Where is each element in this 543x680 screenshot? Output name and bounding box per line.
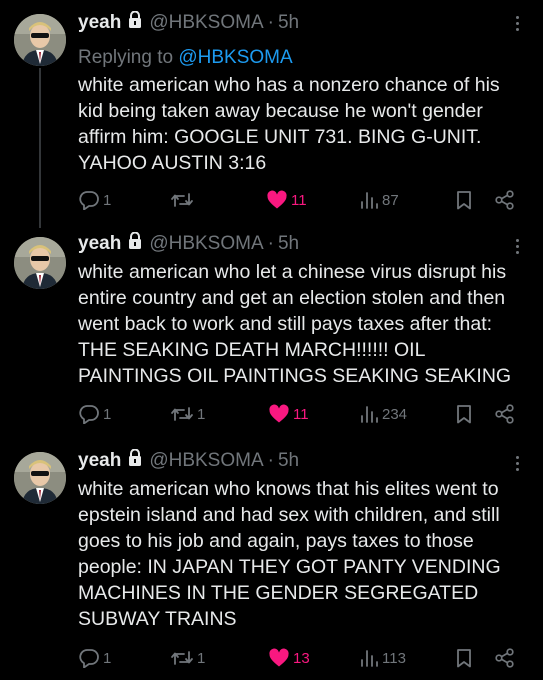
- bookmark-icon: [455, 190, 473, 210]
- reply-icon: [78, 404, 100, 424]
- timestamp[interactable]: 5h: [278, 10, 299, 36]
- replying-to-handle[interactable]: @HBKSOMA: [178, 47, 292, 68]
- views-button[interactable]: 113: [359, 646, 406, 670]
- share-button[interactable]: [494, 646, 516, 670]
- views-button[interactable]: 87: [359, 188, 399, 212]
- separator-dot: ·: [267, 450, 274, 471]
- retweet-count: 1: [197, 649, 206, 667]
- tweet-text: white american who has a nonzero chance …: [78, 74, 500, 174]
- reply-button[interactable]: 1: [78, 402, 111, 426]
- reply-count: 1: [103, 191, 112, 209]
- lock-icon: [128, 231, 142, 257]
- bookmark-icon: [455, 404, 473, 424]
- bookmark-icon: [455, 648, 473, 668]
- more-options-icon[interactable]: [515, 239, 521, 257]
- lock-icon: [128, 448, 142, 474]
- timestamp[interactable]: 5h: [278, 231, 299, 257]
- timestamp[interactable]: 5h: [278, 448, 299, 474]
- more-options-icon[interactable]: [515, 16, 521, 34]
- reply-button[interactable]: 1: [78, 188, 111, 212]
- views-icon: [359, 404, 379, 424]
- like-button[interactable]: 11: [268, 402, 309, 426]
- tweet-header: yeah @HBKSOMA · 5h: [78, 231, 299, 257]
- tweet-actions: 1 1 11 234: [78, 402, 528, 426]
- avatar[interactable]: [14, 14, 66, 66]
- views-count: 113: [382, 649, 406, 667]
- retweet-count: 1: [197, 405, 206, 423]
- share-icon: [494, 404, 516, 424]
- replying-to: Replying to @HBKSOMA: [78, 46, 293, 70]
- tweet-actions: 1 1 13 113: [78, 646, 528, 670]
- bookmark-button[interactable]: [455, 402, 473, 426]
- share-button[interactable]: [494, 188, 516, 212]
- tweet-text: white american who knows that his elites…: [78, 478, 501, 630]
- display-name[interactable]: yeah: [78, 10, 121, 36]
- tweet-actions: 1 11 87: [78, 188, 528, 212]
- views-icon: [359, 190, 379, 210]
- share-icon: [494, 190, 516, 210]
- bookmark-button[interactable]: [455, 646, 473, 670]
- share-button[interactable]: [494, 402, 516, 426]
- thread-connector-line: [39, 68, 41, 228]
- reply-count: 1: [103, 649, 112, 667]
- share-icon: [494, 648, 516, 668]
- heart-icon: [266, 190, 288, 210]
- reply-button[interactable]: 1: [78, 646, 111, 670]
- views-button[interactable]: 234: [359, 402, 407, 426]
- views-count: 87: [382, 191, 399, 209]
- views-count: 234: [382, 405, 408, 423]
- lock-icon: [128, 10, 142, 36]
- replying-to-label: Replying to: [78, 47, 174, 68]
- retweet-button[interactable]: 1: [170, 402, 205, 426]
- separator-dot: ·: [267, 12, 274, 33]
- like-button[interactable]: 11: [266, 188, 307, 212]
- views-icon: [359, 648, 379, 668]
- display-name[interactable]: yeah: [78, 231, 121, 257]
- reply-icon: [78, 648, 100, 668]
- like-count: 13: [293, 649, 310, 667]
- more-options-icon[interactable]: [515, 456, 521, 474]
- user-handle[interactable]: @HBKSOMA: [149, 448, 263, 474]
- user-handle[interactable]: @HBKSOMA: [149, 231, 263, 257]
- retweet-icon: [170, 190, 194, 210]
- tweet-text: white american who let a chinese virus d…: [78, 261, 512, 387]
- like-count: 11: [291, 191, 307, 209]
- heart-icon: [268, 648, 290, 668]
- retweet-icon: [170, 404, 194, 424]
- like-count: 11: [293, 405, 309, 423]
- reply-icon: [78, 190, 100, 210]
- heart-icon: [268, 404, 290, 424]
- retweet-button[interactable]: [170, 188, 197, 212]
- tweet-header: yeah @HBKSOMA · 5h: [78, 448, 299, 474]
- avatar[interactable]: [14, 452, 66, 504]
- retweet-button[interactable]: 1: [170, 646, 205, 670]
- avatar[interactable]: [14, 237, 66, 289]
- user-handle[interactable]: @HBKSOMA: [149, 10, 263, 36]
- display-name[interactable]: yeah: [78, 448, 121, 474]
- reply-count: 1: [103, 405, 112, 423]
- retweet-icon: [170, 648, 194, 668]
- tweet-header: yeah @HBKSOMA · 5h: [78, 10, 299, 36]
- separator-dot: ·: [267, 233, 274, 254]
- like-button[interactable]: 13: [268, 646, 310, 670]
- bookmark-button[interactable]: [455, 188, 473, 212]
